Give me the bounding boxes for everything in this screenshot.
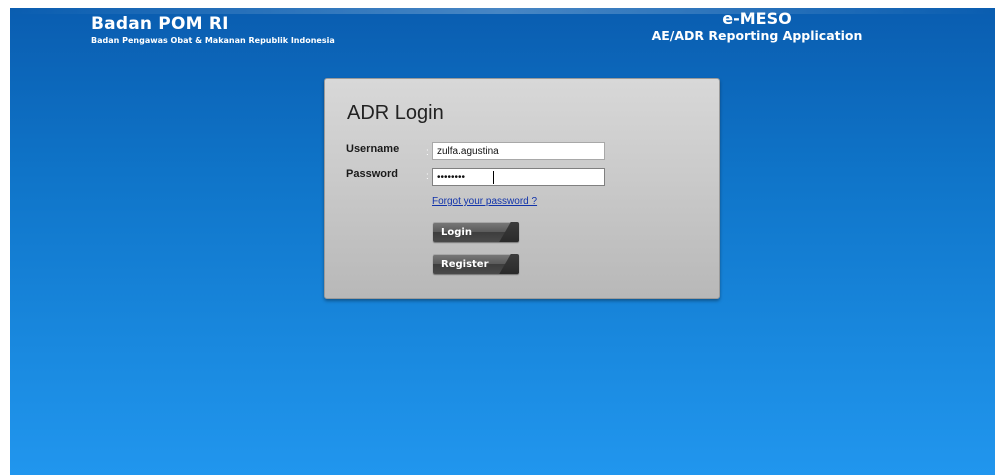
login-title: ADR Login	[347, 102, 444, 124]
password-separator: :	[426, 171, 429, 182]
username-separator: :	[426, 147, 429, 158]
login-button-label: Login	[441, 226, 472, 238]
org-branding: Badan POM RI Badan Pengawas Obat & Makan…	[91, 13, 335, 46]
app-branding: e-MESO AE/ADR Reporting Application	[637, 10, 877, 44]
login-button[interactable]: Login	[433, 222, 519, 242]
password-label: Password	[346, 168, 398, 180]
register-button-label: Register	[441, 258, 489, 270]
app-description: AE/ADR Reporting Application	[651, 28, 863, 43]
app-name: e-MESO	[722, 9, 792, 28]
text-caret	[493, 171, 494, 184]
forgot-password-link[interactable]: Forgot your password ?	[432, 196, 537, 207]
password-input[interactable]	[432, 168, 605, 186]
org-subtitle: Badan Pengawas Obat & Makanan Republik I…	[91, 36, 335, 45]
org-title: Badan POM RI	[91, 14, 229, 34]
app-screen: Badan POM RI Badan Pengawas Obat & Makan…	[10, 8, 995, 475]
register-button[interactable]: Register	[433, 254, 519, 274]
username-label: Username	[346, 143, 400, 155]
username-input[interactable]	[432, 142, 605, 160]
login-panel: ADR Login Username : Password : Forgot y…	[324, 78, 720, 299]
